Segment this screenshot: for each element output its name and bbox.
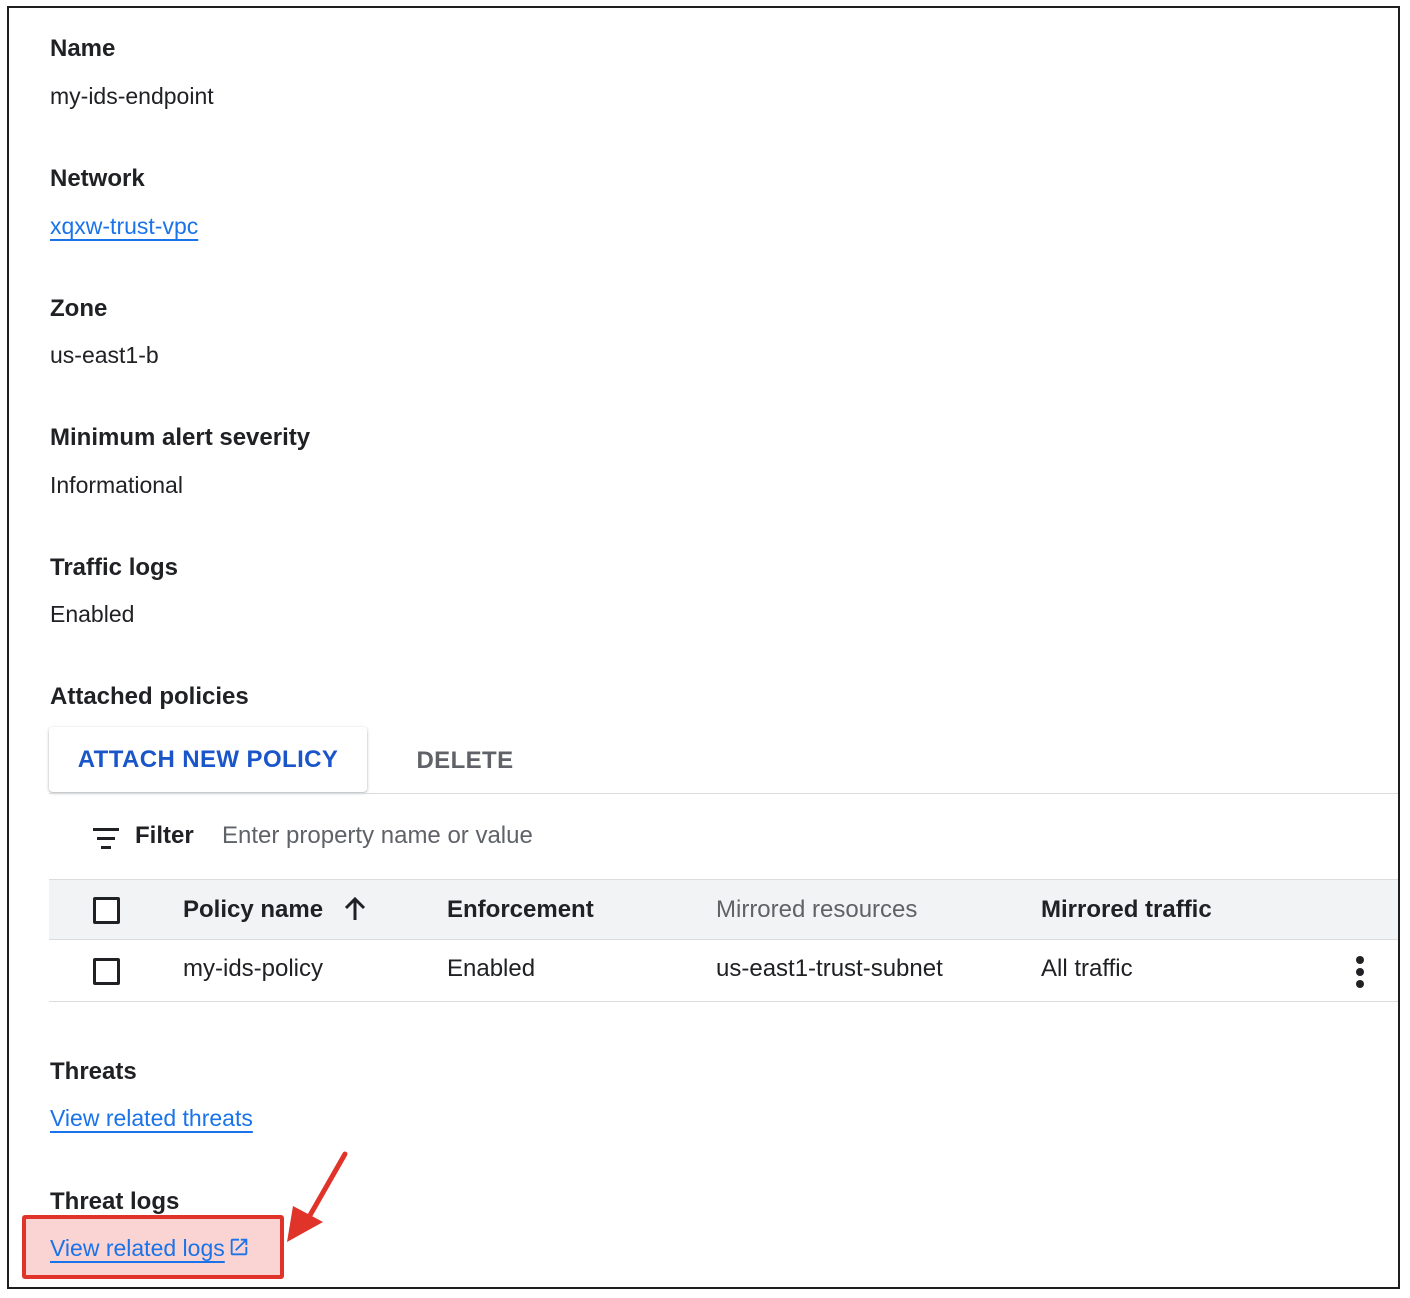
toolbar-divider	[49, 793, 1398, 794]
traffic-logs-value: Enabled	[50, 601, 135, 627]
zone-value: us-east1-b	[50, 342, 159, 368]
name-label: Name	[50, 35, 116, 62]
severity-value: Informational	[50, 472, 183, 498]
threat-logs-label: Threat logs	[50, 1188, 180, 1215]
zone-label: Zone	[50, 295, 108, 322]
details-panel: Name my-ids-endpoint Network xqxw-trust-…	[7, 6, 1400, 1289]
column-header-mirrored-resources: Mirrored resources	[716, 896, 918, 923]
table-header: Policy name Enforcement Mirrored resourc…	[49, 879, 1398, 940]
column-header-policy-name[interactable]: Policy name	[183, 896, 323, 924]
network-link[interactable]: xqxw-trust-vpc	[50, 213, 198, 240]
cell-mirrored-resources: us-east1-trust-subnet	[716, 955, 943, 982]
filter-input[interactable]	[222, 818, 822, 854]
filter-icon[interactable]	[93, 828, 119, 850]
attached-policies-label: Attached policies	[50, 683, 249, 710]
threats-label: Threats	[50, 1058, 137, 1085]
cell-policy-name: my-ids-policy	[183, 955, 324, 982]
name-value: my-ids-endpoint	[50, 83, 214, 109]
sort-arrow-up-icon[interactable]	[343, 896, 367, 922]
delete-button[interactable]: DELETE	[397, 733, 533, 788]
view-related-threats-link[interactable]: View related threats	[50, 1105, 253, 1132]
cell-mirrored-traffic: All traffic	[1041, 955, 1133, 982]
open-in-new-icon	[230, 1238, 247, 1256]
view-related-logs-link[interactable]: View related logs	[50, 1235, 250, 1262]
cell-enforcement: Enabled	[447, 955, 536, 982]
view-related-logs-label: View related logs	[50, 1235, 225, 1261]
row-checkbox[interactable]	[93, 958, 120, 985]
column-header-enforcement[interactable]: Enforcement	[447, 896, 594, 924]
annotation-arrow	[287, 1151, 348, 1242]
select-all-checkbox[interactable]	[93, 897, 120, 924]
filter-label: Filter	[135, 822, 194, 849]
more-vert-icon[interactable]	[1343, 954, 1377, 990]
column-header-mirrored-traffic[interactable]: Mirrored traffic	[1041, 896, 1212, 924]
attach-new-policy-button[interactable]: ATTACH NEW POLICY	[49, 727, 367, 792]
severity-label: Minimum alert severity	[50, 424, 311, 451]
network-label: Network	[50, 165, 145, 192]
table-row[interactable]: my-ids-policy Enabled us-east1-trust-sub…	[49, 940, 1398, 1002]
traffic-logs-label: Traffic logs	[50, 554, 179, 581]
